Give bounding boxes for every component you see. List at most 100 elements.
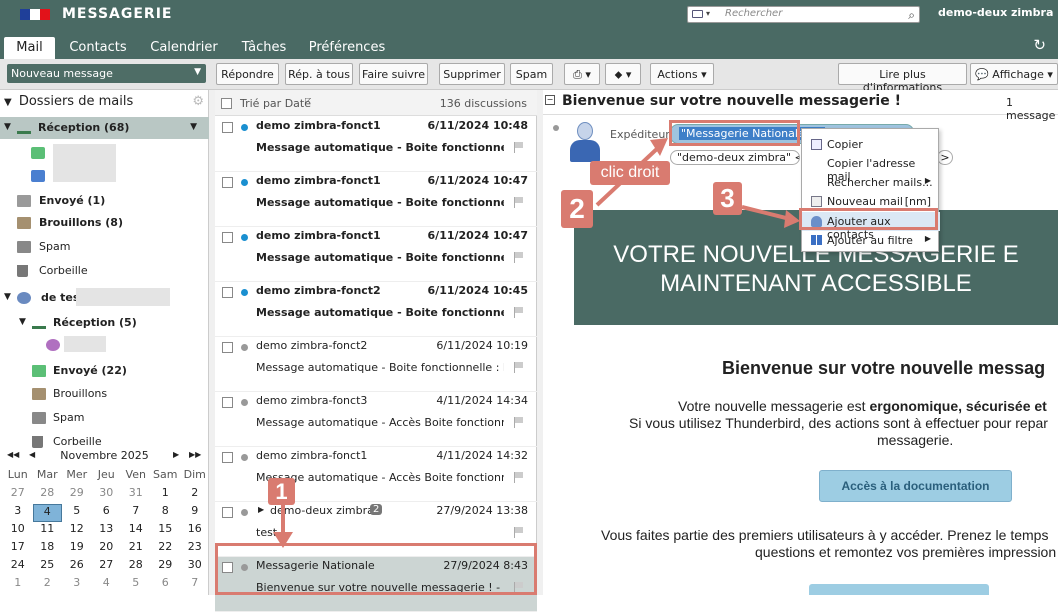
flag-icon[interactable]: [514, 527, 524, 538]
read-status-dot[interactable]: [241, 179, 248, 186]
read-status-dot[interactable]: [241, 454, 248, 461]
folder-trash[interactable]: Corbeille: [0, 260, 209, 282]
calendar-day[interactable]: 5: [62, 504, 92, 522]
calendar-day[interactable]: 9: [180, 504, 210, 522]
flag-icon[interactable]: [514, 417, 524, 428]
read-status-dot[interactable]: [241, 289, 248, 296]
menu-item-search-mails[interactable]: Rechercher mails... ▶: [802, 173, 940, 192]
refresh-icon[interactable]: ↻: [1033, 36, 1046, 54]
calendar-day[interactable]: 7: [180, 576, 210, 594]
calendar-day[interactable]: 11: [33, 522, 63, 540]
calendar-day[interactable]: 20: [92, 540, 122, 558]
mail-checkbox[interactable]: [222, 177, 233, 188]
user-menu[interactable]: demo-deux zimbra: [938, 6, 1053, 19]
tab-preferences[interactable]: Préférences: [304, 37, 390, 59]
search-icon[interactable]: ⌕: [908, 8, 915, 23]
calendar-day[interactable]: 6: [92, 504, 122, 522]
tab-contacts[interactable]: Contacts: [60, 37, 136, 59]
read-more-button[interactable]: Lire plus d'informations: [838, 63, 967, 94]
reply-button[interactable]: Répondre: [216, 63, 279, 85]
flag-icon[interactable]: [514, 307, 524, 318]
calendar-day[interactable]: 4: [32, 504, 62, 522]
mail-checkbox[interactable]: [222, 507, 233, 518]
calendar-day[interactable]: 4: [92, 576, 122, 594]
calendar-day[interactable]: 3: [62, 576, 92, 594]
calendar-day[interactable]: 15: [151, 522, 181, 540]
gear-icon[interactable]: ⚙: [192, 94, 204, 109]
calendar-day[interactable]: 1: [3, 576, 33, 594]
print-button[interactable]: ⎙ ▾: [564, 63, 600, 85]
menu-item-add-filter[interactable]: Ajouter au filtre ▶: [802, 231, 940, 250]
calendar-day[interactable]: 22: [151, 540, 181, 558]
mail-checkbox[interactable]: [222, 342, 233, 353]
folder-spam[interactable]: Spam: [0, 236, 209, 258]
mail-row[interactable]: demo zimbra-fonct1 6/11/2024 10:47 Message…: [215, 172, 537, 227]
calendar-day[interactable]: 16: [180, 522, 210, 540]
spam-button[interactable]: Spam: [510, 63, 553, 85]
reply-all-button[interactable]: Rép. à tous: [285, 63, 353, 85]
folder-shared-drafts[interactable]: Brouillons: [0, 383, 209, 405]
menu-item-copy-address[interactable]: Copier l'adresse mail: [802, 154, 940, 183]
calendar-day[interactable]: 27: [92, 558, 122, 576]
flag-icon[interactable]: [514, 362, 524, 373]
read-status-dot[interactable]: [241, 234, 248, 241]
select-all-checkbox[interactable]: [221, 98, 232, 109]
recipient-address[interactable]: "demo-deux zimbra" <demo: [670, 150, 800, 165]
folder-shared-sent[interactable]: Envoyé (22): [0, 360, 209, 382]
flag-icon[interactable]: [514, 472, 524, 483]
calendar-day[interactable]: 7: [121, 504, 151, 522]
calendar-day[interactable]: 25: [33, 558, 63, 576]
menu-item-copy[interactable]: Copier: [802, 135, 940, 154]
new-message-button[interactable]: Nouveau message ▼: [7, 64, 206, 83]
truncated-button[interactable]: [809, 584, 989, 595]
thread-expand-icon[interactable]: ▶: [258, 505, 264, 514]
documentation-button[interactable]: Accès à la documentation: [819, 470, 1012, 502]
calendar-day[interactable]: 3: [3, 504, 33, 522]
calendar-day[interactable]: 6: [151, 576, 181, 594]
mail-row[interactable]: demo zimbra-fonct2 6/11/2024 10:19 Message…: [215, 337, 537, 392]
collapse-triangle-icon[interactable]: ▼: [4, 97, 12, 108]
chevron-down-icon[interactable]: ▾: [706, 9, 710, 18]
chevron-down-icon[interactable]: ▼: [190, 122, 197, 132]
tag-button[interactable]: ⬥ ▾: [605, 63, 641, 85]
mail-row[interactable]: demo zimbra-fonct3 4/11/2024 14:34 Message…: [215, 392, 537, 447]
calendar-day[interactable]: 29: [62, 486, 92, 504]
delete-button[interactable]: Supprimer: [439, 63, 505, 85]
display-button[interactable]: 💬 Affichage ▾: [970, 63, 1058, 85]
folder-drafts[interactable]: Brouillons (8): [0, 212, 209, 234]
calendar-day[interactable]: 26: [62, 558, 92, 576]
mail-checkbox[interactable]: [222, 397, 233, 408]
mail-icon[interactable]: [692, 10, 703, 18]
calendar-day[interactable]: 29: [151, 558, 181, 576]
calendar-day[interactable]: 31: [121, 486, 151, 504]
next-year-icon[interactable]: ▶▶: [189, 450, 201, 459]
flag-icon[interactable]: [514, 197, 524, 208]
calendar-day[interactable]: 2: [33, 576, 63, 594]
sort-label[interactable]: Trié par Date: [240, 97, 311, 110]
calendar-day[interactable]: 8: [151, 504, 181, 522]
mail-checkbox[interactable]: [222, 122, 233, 133]
mail-checkbox[interactable]: [222, 287, 233, 298]
calendar-day[interactable]: 10: [3, 522, 33, 540]
calendar-day[interactable]: 28: [33, 486, 63, 504]
folder-sent[interactable]: Envoyé (1): [0, 190, 209, 212]
chevron-down-icon[interactable]: ▼: [194, 67, 201, 77]
folder-shared-inbox[interactable]: ▼ Réception (5): [0, 312, 209, 334]
read-status-dot[interactable]: [241, 124, 248, 131]
flag-icon[interactable]: [514, 142, 524, 153]
calendar-day[interactable]: 18: [33, 540, 63, 558]
read-status-dot[interactable]: [241, 399, 248, 406]
forward-button[interactable]: Faire suivre: [359, 63, 428, 85]
mail-row[interactable]: demo zimbra-fonct1 6/11/2024 10:48 Message…: [215, 117, 537, 172]
calendar-day[interactable]: 13: [92, 522, 122, 540]
tab-mail[interactable]: Mail: [4, 37, 55, 59]
next-month-icon[interactable]: ▶: [173, 450, 179, 459]
calendar-day[interactable]: 24: [3, 558, 33, 576]
calendar-day[interactable]: 27: [3, 486, 33, 504]
search-input[interactable]: Rechercher: [725, 8, 782, 19]
sort-arrow-icon[interactable]: ◸: [305, 96, 311, 105]
collapse-triangle-icon[interactable]: ▼: [4, 122, 11, 132]
calendar-day[interactable]: 30: [180, 558, 210, 576]
calendar-day[interactable]: 17: [3, 540, 33, 558]
search-box[interactable]: ▾ Rechercher ⌕: [687, 6, 920, 23]
